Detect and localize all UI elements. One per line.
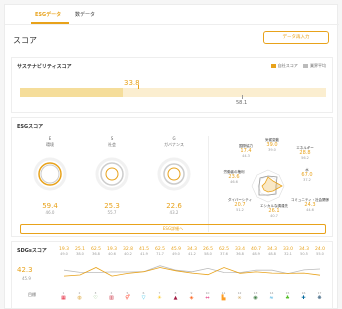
sdg-goal-15-icon[interactable]: 15 ♣ [283, 292, 292, 302]
sdg-value-3: 62.5 36.8 [90, 247, 102, 256]
social-avg: 55.7 [107, 210, 117, 215]
esg-column-environment: E 環境 59.4 46.0 [20, 136, 80, 215]
sdg-goal-9-icon[interactable]: 9 ◈ [187, 292, 196, 302]
sdg-goal-1-icon[interactable]: 1 ▦ [59, 292, 68, 302]
radar-label-international: 国際協力 17.4 44.3 [239, 144, 253, 158]
esg-score-title: ESGスコア [17, 124, 44, 130]
radar-label-water: 水 67.0 37.2 [301, 168, 313, 182]
sdgs-values-row: 19.3 49.0 25.1 38.0 62.5 36.8 19.3 40.6 32.8 40.2… [56, 247, 326, 261]
sdg-goal-5-icon[interactable]: 5 ⚥ [123, 292, 132, 302]
sdg-value-17: 24.0 55.0 [314, 247, 326, 256]
sdgs-score-title: SDGsスコア [17, 248, 47, 254]
sdg-value-2: 25.1 38.0 [74, 247, 86, 256]
data-reinput-button[interactable]: データ再入力 [263, 31, 329, 44]
radar-label-climate: 気候変動 39.0 39.0 [265, 138, 279, 152]
esg-column-governance: G ガバナンス 22.6 43.2 [144, 136, 204, 215]
tab-numeric-data[interactable]: 数データ [75, 11, 95, 18]
sdg-goal-8-icon[interactable]: 8 ▲ [171, 292, 180, 302]
sustainability-score-section: サステナビリティスコア 自社スコア 業界平均 33.8 58.1 [11, 57, 333, 113]
sdg-value-14: 34.3 48.8 [266, 247, 278, 256]
esg-detail-button[interactable]: ESG詳細へ [20, 224, 326, 234]
sdgs-score-section: SDGsスコア 42.3 45.9 目標 19.3 49.0 25.1 38.0 62.… [11, 241, 333, 309]
sdg-goal-16-icon[interactable]: 16 ✚ [299, 292, 308, 302]
sdg-value-7: 62.5 71.7 [154, 247, 166, 256]
sdgs-overall-score: 42.3 [17, 266, 33, 274]
radar-label-ethical-sourcing: エシカルな調達先 26.1 40.7 [260, 204, 288, 218]
sdg-value-16: 34.3 50.5 [298, 247, 310, 256]
esg-column-social: S 社会 25.3 55.7 [82, 136, 142, 215]
sdgs-line-chart [63, 265, 321, 277]
sdg-goal-14-icon[interactable]: 14 ≈ [267, 292, 276, 302]
sdg-value-4: 19.3 40.6 [106, 247, 118, 256]
sdg-goal-10-icon[interactable]: 10 ⇔ [203, 292, 212, 302]
sdg-value-9: 34.3 41.2 [186, 247, 198, 256]
tab-bar: ESGデータ 数データ [5, 5, 339, 25]
goal-label: 目標 [28, 292, 36, 297]
sdg-value-8: 45.9 49.0 [170, 247, 182, 256]
sdgs-overall-avg: 45.9 [22, 276, 31, 281]
sdg-goal-13-icon[interactable]: 13 ◉ [251, 292, 260, 302]
sdg-value-5: 32.8 40.2 [122, 247, 134, 256]
sdg-goal-7-icon[interactable]: 7 ☀ [155, 292, 164, 302]
avg-score-value: 58.1 [236, 100, 248, 106]
legend-avg-label: 業界平均 [310, 63, 326, 68]
sdg-goal-3-icon[interactable]: 3 ♡ [91, 292, 100, 302]
page-title: スコア [13, 36, 37, 45]
sdg-goal-11-icon[interactable]: 11 ▙ [219, 292, 228, 302]
sdg-goal-6-icon[interactable]: 6 ▽ [139, 292, 148, 302]
sustainability-score-title: サステナビリティスコア [17, 64, 72, 70]
sdg-value-6: 41.5 41.9 [138, 247, 150, 256]
sdg-value-12: 33.4 36.8 [234, 247, 246, 256]
industry-avg-swatch [303, 64, 308, 68]
sdg-goal-2-icon[interactable]: 2 ◍ [75, 292, 84, 302]
social-score: 25.3 [104, 202, 120, 210]
radar-label-diversity: ダイバーシティ 20.7 51.2 [227, 198, 253, 212]
esg-score-section: ESGスコア E 環境 59.4 46.0 S 社会 25.3 55.7 G ガ… [11, 117, 333, 237]
sdg-value-10: 26.5 58.0 [202, 247, 214, 256]
tab-esg-data[interactable]: ESGデータ [35, 11, 61, 18]
radar-label-energy: エネルギー 28.8 56.2 [296, 146, 314, 160]
sdg-goal-17-icon[interactable]: 17 ❋ [315, 292, 324, 302]
score-legend: 自社スコア 業界平均 [267, 63, 326, 69]
radar-label-community: コミュニティ・社会関係 24.3 44.6 [290, 198, 330, 212]
governance-avg: 43.2 [169, 210, 179, 215]
active-tab-indicator [31, 22, 69, 24]
social-donut [95, 157, 129, 191]
governance-donut [157, 157, 191, 191]
environment-avg: 46.0 [45, 210, 55, 215]
self-score-marker [138, 85, 139, 89]
self-score-swatch [270, 64, 276, 68]
sdgs-avg-line [63, 265, 321, 275]
sdg-value-13: 40.7 48.9 [250, 247, 262, 256]
esg-pillars: E 環境 59.4 46.0 S 社会 25.3 55.7 G ガバナンス 22… [20, 136, 206, 236]
environment-score: 59.4 [42, 202, 58, 210]
environment-donut [33, 157, 67, 191]
app-shell: ESGデータ 数データ スコア データ再入力 サステナビリティスコア 自社スコア… [4, 4, 339, 309]
radar-label-labor-rights: 労働者の権利 23.6 46.6 [223, 170, 245, 184]
sdg-value-15: 33.0 32.1 [282, 247, 294, 256]
sdg-value-1: 19.3 49.0 [58, 247, 70, 256]
sdg-goal-12-icon[interactable]: 12 ∞ [235, 292, 244, 302]
sdgs-icons-row: 1 ▦ 2 ◍ 3 ♡ 4 ▥ 5 ⚥ 6 ▽ 7 ☀ 8 ▲ 9 ◈ 10 ⇔ 11 ▙ 12 ∞ 13 ◉ 14 ≈ 15 ♣ 16 ✚ 1… [56, 290, 328, 306]
self-score-bar [20, 88, 124, 97]
governance-score: 22.6 [166, 202, 182, 210]
sdg-value-11: 62.5 37.6 [218, 247, 230, 256]
legend-self-label: 自社スコア [277, 63, 298, 68]
avg-score-marker [242, 95, 243, 99]
esg-divider [208, 136, 209, 232]
sdg-goal-4-icon[interactable]: 4 ▥ [107, 292, 116, 302]
score-bar-track [20, 85, 326, 99]
